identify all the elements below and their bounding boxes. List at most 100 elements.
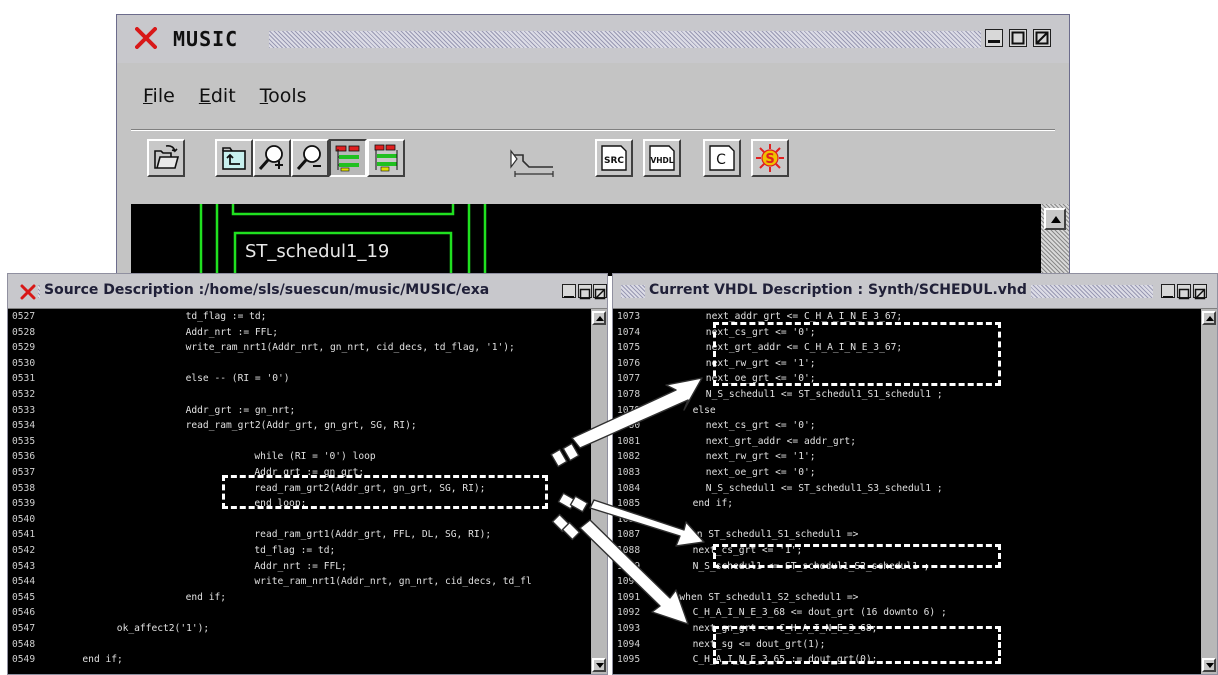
scroll-up-button[interactable] [1202,311,1216,325]
parent-level-button[interactable] [215,139,253,177]
line-number: 0535 [12,435,36,447]
main-window-title: MUSIC [173,27,239,51]
zoom-in-icon [258,145,283,170]
code-line: end if; [692,498,734,510]
c-document-icon: C [709,145,735,171]
line-number: 0537 [12,467,36,478]
vhdl-view-button[interactable]: VHDL [643,139,681,177]
line-number: 0536 [12,451,36,463]
source-minimize-button[interactable] [562,284,576,298]
line-number: 0533 [12,404,36,416]
vhdl-close-button[interactable] [1193,284,1207,300]
source-highlight-box [222,475,548,509]
line-number: 1088 [617,545,641,556]
line-number: 1073 [617,311,641,322]
line-number: 1075 [617,342,641,354]
code-line: write_ram_nrt1(Addr_nrt, gn_nrt, cid_dec… [254,576,532,588]
synthesis-button[interactable]: S [751,139,789,177]
line-number: 0534 [12,420,36,432]
code-line: td_flag := td; [185,311,267,322]
signal-timing-icon[interactable] [509,149,557,179]
open-folder-button[interactable] [147,139,185,177]
source-close-button[interactable] [593,284,607,300]
menu-tools[interactable]: Tools [260,85,307,107]
src-document-icon: SRC [601,145,627,171]
scroll-up-button[interactable] [1044,208,1066,230]
zoom-in-button[interactable] [253,139,291,177]
zoom-out-icon [296,145,321,170]
vhdl-description-window: Current VHDL Description : Synth/SCHEDUL… [612,273,1218,675]
state-node-label[interactable]: ST_schedul1_19 [245,241,389,262]
minimize-icon [564,296,574,298]
canvas-vertical-scrollbar[interactable] [1041,204,1069,276]
code-line: ok_affect2('1'); [116,623,210,634]
close-button[interactable] [1033,29,1051,47]
source-vertical-scrollbar[interactable] [591,309,607,674]
line-number: 0531 [12,373,36,385]
zoom-out-button[interactable] [291,139,329,177]
process-graph-view-button[interactable] [367,139,405,177]
code-line: write_ram_nrt1(Addr_nrt, gn_nrt, cid_dec… [185,342,515,354]
line-number: 1095 [617,654,641,666]
x-logo-icon[interactable] [20,284,36,300]
menu-edit[interactable]: Edit [199,85,236,107]
code-line: N_S_schedul1 <= ST_schedul1_S3_schedul1 … [705,482,943,494]
state-graph-view-button[interactable] [329,139,367,177]
code-line: td_flag := td; [254,545,336,556]
source-maximize-button[interactable] [578,284,592,300]
line-number: 1094 [617,638,641,650]
close-icon [594,288,606,300]
vhdl-vertical-scrollbar[interactable] [1201,309,1217,674]
line-number: 0548 [12,638,36,650]
line-number: 1087 [617,529,641,541]
code-line: end if; [185,591,227,603]
code-line: read_ram_grt2(Addr_grt, gn_grt, SG, RI); [185,420,417,432]
state-graph-drawing [199,204,487,276]
vhdl-maximize-button[interactable] [1177,284,1191,300]
vhdl-highlight-box-2 [713,544,1001,568]
music-main-window: MUSIC File Edit Tools SRC VHDL C S ST_sc… [116,14,1070,276]
line-number: 0530 [12,357,36,369]
line-number: 1078 [617,389,641,400]
line-number: 0539 [12,498,36,510]
minimize-icon [988,40,1000,43]
x-logo-icon[interactable] [135,27,157,49]
line-number: 1090 [617,576,641,588]
line-number: 0543 [12,560,36,572]
line-number: 1077 [617,373,641,385]
scroll-down-button[interactable] [1202,658,1216,672]
scroll-up-button[interactable] [592,311,606,325]
close-icon [1194,288,1206,300]
code-line: Addr_grt := gn_nrt; [185,404,296,416]
code-line: next_cs_grt <= '0'; [705,420,816,432]
line-number: 1083 [617,467,641,478]
src-label: SRC [604,156,624,166]
line-number: 1091 [617,591,641,603]
code-line: when ST_schedul1_S2_schedul1 => [679,591,859,603]
sun-s-icon: S [756,144,784,172]
vhdl-window-title: Current VHDL Description : Synth/SCHEDUL… [645,282,1031,298]
vhdl-minimize-button[interactable] [1161,284,1175,298]
c-view-button[interactable]: C [703,139,741,177]
line-number: 0532 [12,389,36,400]
scroll-down-button[interactable] [592,658,606,672]
line-number: 0542 [12,545,36,556]
vhdl-highlight-box-3 [713,626,1001,664]
minimize-button[interactable] [985,29,1003,47]
open-folder-icon [154,145,180,169]
line-number: 1074 [617,326,641,338]
line-number: 0545 [12,591,36,603]
line-number: 0527 [12,311,36,322]
vhdl-title-bar[interactable]: Current VHDL Description : Synth/SCHEDUL… [613,274,1217,309]
menu-file[interactable]: File [143,85,175,107]
code-line: next_addr_grt <= C_H_A_I_N_E_3_67; [705,311,903,322]
source-title-bar[interactable]: Source Description :/home/sls/suescun/mu… [8,274,607,309]
src-view-button[interactable]: SRC [595,139,633,177]
vhdl-label: VHDL [650,156,673,165]
line-number: 1085 [617,498,641,510]
main-title-bar[interactable]: MUSIC [117,15,1069,63]
graph-canvas[interactable] [131,204,1041,276]
maximize-button[interactable] [1009,29,1027,47]
code-line: Addr_nrt := FFL; [185,326,279,338]
line-number: 1081 [617,435,641,447]
